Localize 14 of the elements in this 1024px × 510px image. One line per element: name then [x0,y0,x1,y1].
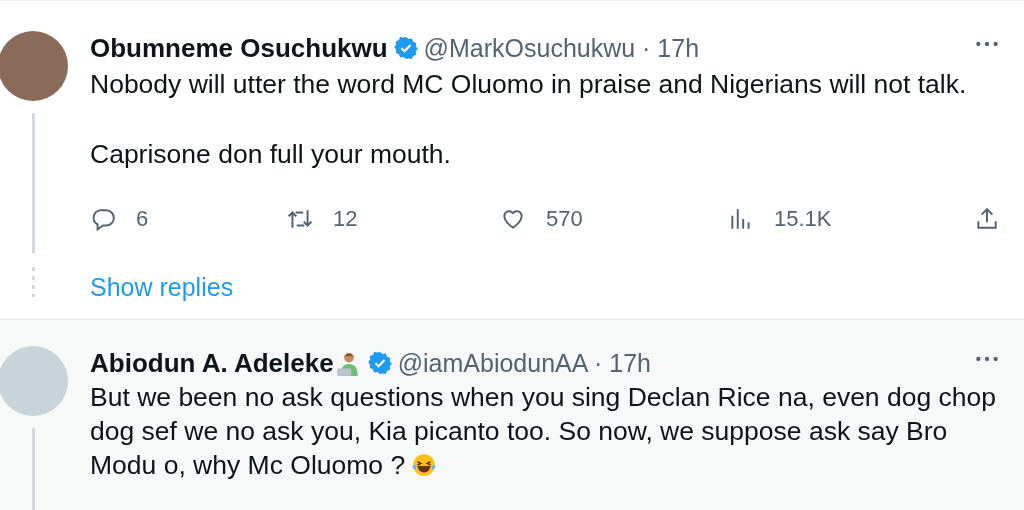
author-name[interactable]: Obumneme Osuchukwu [90,32,388,64]
handle-and-time: @MarkOsuchukwu · 17h [423,33,700,63]
view-count: 15.1K [774,206,832,232]
tweet-text: But we been no ask questions when you sing Declan Rice na, even dog chop dog sef we no ask you, Kia picanto too. So now, we suppose ask say Bro Modu o, why Mc Oluomo ? [90,381,997,482]
share-icon[interactable] [974,206,1000,232]
reply-count: 6 [136,206,149,232]
tweet-text: Caprisone don full your mouth. [90,138,452,171]
thread-dots [32,267,35,297]
repost-count: 12 [333,206,358,232]
author-name[interactable]: Abiodun A. Adeleke [90,347,334,379]
like-count: 570 [546,206,583,232]
tweet-text: Nobody will utter the word MC Oluomo in praise and Nigerians will not talk. [90,68,968,101]
handle-and-time: @iamAbiodunAA · 17h [397,348,651,378]
reply-icon[interactable] [90,206,116,232]
